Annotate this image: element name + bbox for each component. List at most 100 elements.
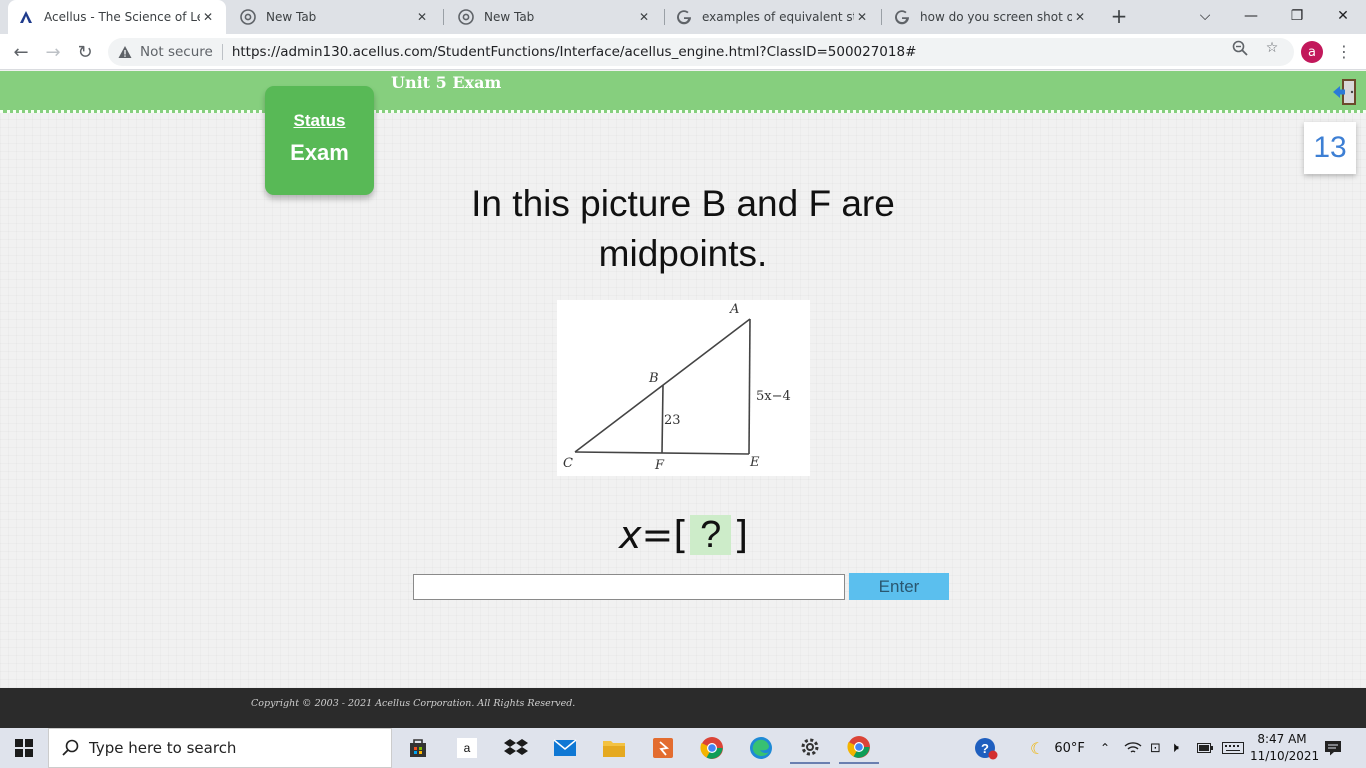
window-close-icon[interactable]: ✕ [1320,0,1366,32]
microsoft-store-icon[interactable] [398,732,438,764]
avatar[interactable]: a [1301,41,1323,63]
google-icon [894,9,910,25]
page-title: Unit 5 Exam [391,73,502,92]
clock-date: 11/10/2021 [1250,749,1320,763]
forward-arrow-icon[interactable]: → [40,39,66,65]
segment-ae [748,318,751,455]
tab-search-chevron-icon[interactable]: ⌵ [1182,0,1228,32]
search-placeholder: Type here to search [89,739,237,757]
acellus-logo-icon [18,9,34,25]
new-tab-button[interactable]: + [1108,6,1130,28]
copyright-text: Copyright © 2003 - 2021 Acellus Corporat… [251,698,576,709]
warning-icon[interactable] [118,45,132,59]
status-link[interactable]: Status [265,111,374,131]
browser-tab-strip: Acellus - The Science of Lear ✕ New Tab … [0,0,1366,34]
amazon-icon[interactable]: a [447,732,487,764]
search-icon [61,738,81,758]
windows-taskbar: Type here to search a ? ☾ 60°F ⌃ ⊡ 🕨 8:4… [0,728,1366,768]
clock-time: 8:47 AM [1257,732,1307,746]
tab-google-search-1[interactable]: examples of equivalent state ✕ [666,0,880,34]
address-bar[interactable]: Not secure https://admin130.acellus.com/… [108,38,1294,66]
security-status[interactable]: Not secure [140,44,213,60]
answer-expression: x = [ ? ] [619,513,748,557]
tab-divider [881,9,882,25]
answer-variable: x [619,513,642,557]
bracket-open: [ [673,513,689,557]
omnibox-divider [221,44,223,60]
exam-banner: Unit 5 Exam [0,71,1366,113]
tab-title: New Tab [266,10,317,24]
exit-door-icon[interactable] [1332,77,1358,107]
tab-title: New Tab [484,10,535,24]
device-icon[interactable]: ⊡ [1150,728,1161,768]
segment-label-ae: 5x−4 [756,389,791,404]
windows-start-icon[interactable] [0,728,48,768]
point-label-e: E [749,455,760,470]
answer-slot: ? [690,515,732,555]
orange-app-icon[interactable] [643,732,683,764]
url-text[interactable]: https://admin130.acellus.com/StudentFunc… [232,44,917,60]
triangle-figure: A B C E F 23 5x−4 [557,300,810,476]
close-icon[interactable]: ✕ [1072,9,1088,25]
keyboard-icon[interactable] [1222,728,1244,768]
network-icon[interactable] [1124,728,1142,768]
edge-icon[interactable] [741,732,781,764]
mail-icon[interactable] [545,732,585,764]
restore-icon[interactable]: ❐ [1274,0,1320,32]
weather-widget[interactable]: ☾ 60°F [1030,728,1085,768]
chrome-active-icon[interactable] [839,732,879,764]
browser-toolbar: ← → ↻ Not secure https://admin130.acellu… [0,34,1366,70]
tab-title: examples of equivalent state [702,10,854,24]
bookmark-star-icon[interactable]: ☆ [1264,40,1280,56]
segment-label-bf: 23 [664,413,681,428]
zoom-icon[interactable] [1232,40,1248,56]
settings-gear-icon[interactable] [790,732,830,764]
chrome-icon [458,9,474,25]
taskbar-clock[interactable]: 8:47 AM 11/10/2021 [1250,731,1320,765]
dropbox-icon[interactable] [496,732,536,764]
question-text: In this picture B and F are midpoints. [471,183,895,274]
weather-temperature: 60°F [1054,740,1085,756]
tab-new-tab-1[interactable]: New Tab ✕ [230,0,440,34]
page-footer: Copyright © 2003 - 2021 Acellus Corporat… [0,688,1366,728]
moon-icon: ☾ [1030,738,1045,758]
question-counter: 13 [1304,122,1356,174]
tab-divider [443,9,444,25]
chrome-icon [240,9,256,25]
volume-muted-icon[interactable]: 🕨 [1170,728,1179,768]
tab-title: Acellus - The Science of Lear [44,10,200,24]
battery-icon[interactable] [1197,728,1213,768]
point-label-b: B [648,371,659,386]
minimize-icon[interactable]: — [1228,0,1274,32]
help-icon[interactable]: ? [974,728,998,768]
back-arrow-icon[interactable]: ← [8,39,34,65]
reload-icon[interactable]: ↻ [72,39,98,65]
close-icon[interactable]: ✕ [636,9,652,25]
google-icon [676,9,692,25]
enter-button[interactable]: Enter [849,573,949,600]
segment-bf [661,384,664,454]
acellus-page: Unit 5 Exam Status Exam 13 In this pictu… [0,71,1366,688]
svg-text:?: ? [981,741,989,756]
tab-google-search-2[interactable]: how do you screen shot on a ✕ [884,0,1098,34]
close-icon[interactable]: ✕ [854,9,870,25]
answer-input[interactable] [413,574,845,600]
show-hidden-icons-icon[interactable]: ⌃ [1100,728,1110,768]
close-icon[interactable]: ✕ [200,9,216,25]
point-label-a: A [729,302,739,317]
tab-acellus[interactable]: Acellus - The Science of Lear ✕ [8,0,226,34]
taskbar-search[interactable]: Type here to search [48,728,392,768]
more-menu-icon[interactable]: ⋮ [1336,42,1352,62]
close-icon[interactable]: ✕ [414,9,430,25]
file-explorer-icon[interactable] [594,732,634,764]
tab-divider [664,9,665,25]
svg-text:a: a [464,741,471,755]
tab-title: how do you screen shot on a [920,10,1072,24]
chrome-taskbar-icon[interactable] [692,732,732,764]
notifications-icon[interactable] [1324,728,1342,768]
bracket-close: ] [733,513,749,557]
point-label-f: F [654,458,665,473]
status-button[interactable]: Status Exam [265,86,374,195]
tab-new-tab-2[interactable]: New Tab ✕ [448,0,662,34]
equals-sign: = [641,513,674,557]
